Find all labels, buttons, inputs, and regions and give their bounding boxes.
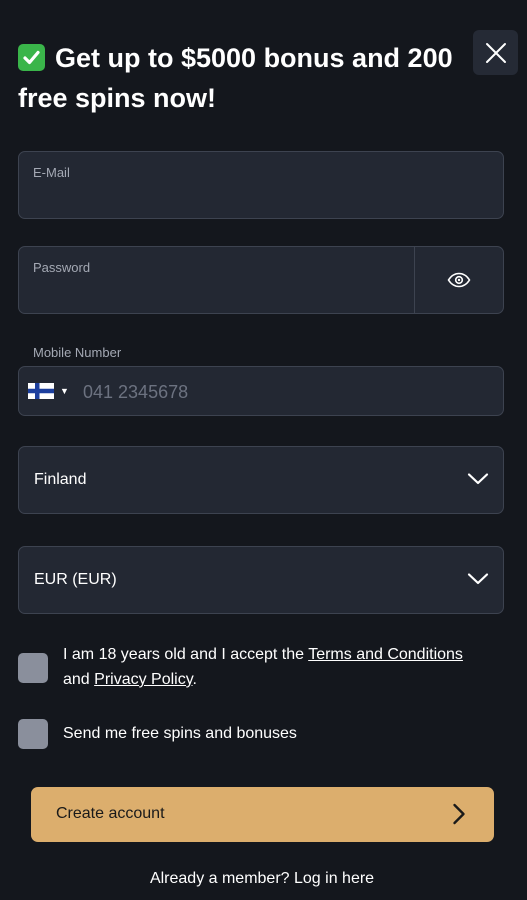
terms-text-before: I am 18 years old and I accept the — [63, 646, 309, 663]
terms-text-end: . — [192, 671, 197, 688]
chevron-right-icon — [453, 803, 465, 825]
page-title: Get up to $5000 bonus and 200 free spins… — [18, 38, 458, 118]
caret-down-icon: ▼ — [60, 386, 69, 396]
promo-checkbox[interactable] — [18, 719, 48, 749]
promo-text: Send me free spins and bonuses — [63, 725, 297, 742]
mobile-number-label: Mobile Number — [33, 345, 122, 360]
create-account-label: Create account — [56, 805, 165, 822]
email-input[interactable] — [33, 182, 413, 208]
password-label: Password — [33, 260, 91, 275]
login-link[interactable]: Already a member? Log in here — [0, 870, 524, 888]
chevron-down-icon — [467, 573, 489, 585]
currency-select[interactable]: EUR (EUR) — [18, 546, 504, 614]
show-password-button[interactable] — [414, 247, 503, 313]
password-field[interactable]: Password — [18, 246, 504, 314]
check-mark-icon — [18, 44, 45, 71]
country-select-value: Finland — [34, 471, 87, 488]
mobile-number-input[interactable] — [83, 379, 483, 405]
terms-text: I am 18 years old and I accept the Terms… — [63, 642, 483, 692]
page-title-text: Get up to $5000 bonus and 200 free spins… — [18, 43, 453, 113]
terms-link[interactable]: Terms and Conditions — [308, 646, 463, 663]
terms-text-and: and — [63, 671, 95, 688]
password-input[interactable] — [33, 277, 333, 303]
currency-select-value: EUR (EUR) — [34, 571, 117, 588]
terms-checkbox[interactable] — [18, 653, 48, 683]
email-field[interactable]: E-Mail — [18, 151, 504, 219]
privacy-policy-link[interactable]: Privacy Policy — [94, 671, 192, 688]
finland-flag-icon — [28, 383, 54, 399]
country-select[interactable]: Finland — [18, 446, 504, 514]
eye-icon — [447, 272, 471, 288]
email-label: E-Mail — [33, 165, 70, 180]
create-account-button[interactable]: Create account — [31, 787, 494, 842]
close-icon — [485, 42, 506, 63]
mobile-number-field[interactable]: ▼ — [18, 366, 504, 416]
country-code-select[interactable]: ▼ — [28, 383, 69, 399]
close-button[interactable] — [473, 30, 518, 75]
chevron-down-icon — [467, 473, 489, 485]
